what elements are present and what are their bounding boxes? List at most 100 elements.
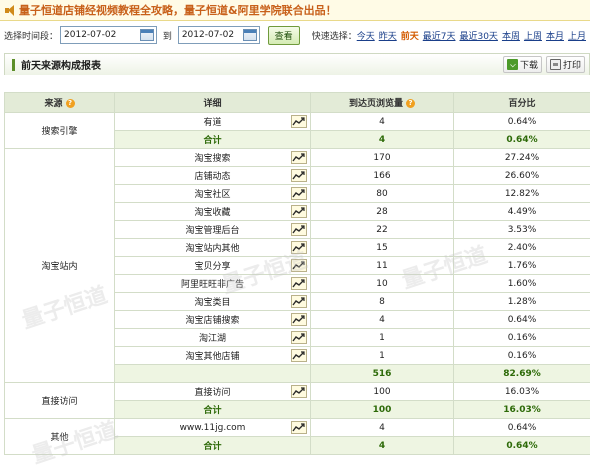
trend-chart-icon[interactable] <box>291 151 307 164</box>
table-row: 直接访问 直接访问 100 16.03% <box>4 382 590 419</box>
quick-link[interactable]: 最近7天 <box>423 32 456 42</box>
table-row: 搜索引擎 有道 4 0.64% <box>4 112 590 149</box>
header-source: 来源? <box>4 92 115 113</box>
trend-chart-icon[interactable] <box>291 385 307 398</box>
header-detail: 详细 <box>114 92 311 113</box>
percent-cell: 3.53% <box>453 220 590 239</box>
printer-icon <box>549 59 561 70</box>
total-pageviews: 4 <box>310 130 454 149</box>
quick-link[interactable]: 上月 <box>568 32 586 42</box>
detail-cell: 阿里旺旺非广告 <box>114 274 311 293</box>
header-pageviews: 到达页浏览量? <box>310 92 454 113</box>
percent-cell: 26.60% <box>453 166 590 185</box>
end-date-value: 2012-07-02 <box>181 30 235 40</box>
pageviews-cell: 22 <box>310 220 454 239</box>
trend-chart-icon[interactable] <box>291 223 307 236</box>
announcement-banner[interactable]: 量子恒道店铺经视频教程全攻略，量子恒道&阿里学院联合出品！ <box>0 0 590 21</box>
detail-label: www.11jg.com <box>179 422 246 433</box>
calendar-icon[interactable] <box>242 29 257 41</box>
download-icon <box>506 59 518 70</box>
quick-link[interactable]: 今天 <box>357 32 375 42</box>
trend-chart-icon[interactable] <box>291 169 307 182</box>
detail-cell: 淘宝收藏 <box>114 202 311 221</box>
header-percent: 百分比 <box>453 92 590 113</box>
detail-label: 淘宝管理后台 <box>185 226 240 236</box>
pageviews-cell: 100 <box>310 382 454 401</box>
percent-cell: 12.82% <box>453 184 590 203</box>
percent-cell: 16.03% <box>453 382 590 401</box>
pageviews-cell: 28 <box>310 202 454 221</box>
end-date-field[interactable]: 2012-07-02 <box>177 26 260 44</box>
detail-cell: 直接访问 <box>114 382 311 401</box>
report-panel-header: 前天来源构成报表 下载 打印 <box>4 53 590 75</box>
detail-label: 淘宝社区 <box>194 190 231 200</box>
trend-chart-icon[interactable] <box>291 277 307 290</box>
range-label: 选择时间段： <box>4 31 59 42</box>
pageviews-cell: 1 <box>310 346 454 365</box>
percent-cell: 27.24% <box>453 148 590 167</box>
print-button[interactable]: 打印 <box>545 56 585 73</box>
trend-chart-icon[interactable] <box>291 295 307 308</box>
percent-cell: 0.64% <box>453 418 590 437</box>
trend-chart-icon[interactable] <box>291 205 307 218</box>
speaker-icon <box>4 4 16 16</box>
total-percent: 0.64% <box>453 436 590 455</box>
to-label: 到 <box>162 31 172 42</box>
trend-chart-icon[interactable] <box>291 259 307 272</box>
trend-chart-icon[interactable] <box>291 187 307 200</box>
source-cell: 其他 <box>4 418 115 455</box>
trend-chart-icon[interactable] <box>291 241 307 254</box>
download-label: 下载 <box>519 61 538 71</box>
quick-link[interactable]: 昨天 <box>379 32 397 42</box>
detail-cell: 淘宝类目 <box>114 292 311 311</box>
detail-cell: 淘江湖 <box>114 328 311 347</box>
source-cell: 淘宝站内 <box>4 148 115 383</box>
download-button[interactable]: 下载 <box>502 56 542 73</box>
percent-cell: 4.49% <box>453 202 590 221</box>
pageviews-cell: 10 <box>310 274 454 293</box>
percent-cell: 1.76% <box>453 256 590 275</box>
quick-link[interactable]: 上周 <box>524 32 542 42</box>
help-icon[interactable]: ? <box>65 99 75 108</box>
start-date-field[interactable]: 2012-07-02 <box>60 26 157 44</box>
help-icon[interactable]: ? <box>406 99 415 108</box>
trend-chart-icon[interactable] <box>291 349 307 362</box>
trend-chart-icon[interactable] <box>291 115 307 128</box>
quick-link[interactable]: 最近30天 <box>459 32 497 42</box>
total-label <box>114 364 311 383</box>
trend-chart-icon[interactable] <box>291 331 307 344</box>
quick-link[interactable]: 本月 <box>546 32 564 42</box>
quick-select-links: 今天 昨天 前天 最近7天 最近30天 本周 上周 本月 上月 <box>357 29 590 42</box>
trend-chart-icon[interactable] <box>291 313 307 326</box>
percent-cell: 0.16% <box>453 328 590 347</box>
quick-link[interactable]: 本周 <box>502 32 520 42</box>
source-report-table: 来源? 详细 到达页浏览量? 百分比 搜索引擎 有道 4 0.64% 合计 4 0.64% 淘… <box>4 92 590 455</box>
trend-chart-icon[interactable] <box>291 421 307 434</box>
source-cell: 直接访问 <box>4 382 115 419</box>
detail-label: 直接访问 <box>194 388 231 398</box>
announcement-text[interactable]: 量子恒道店铺经视频教程全攻略，量子恒道&阿里学院联合出品！ <box>19 2 337 18</box>
detail-label: 有道 <box>203 118 222 128</box>
start-date-value: 2012-07-02 <box>64 30 117 40</box>
quick-link[interactable]: 前天 <box>401 32 419 42</box>
total-label: 合计 <box>114 130 311 149</box>
detail-label: 宝贝分享 <box>194 262 231 272</box>
detail-cell: 宝贝分享 <box>114 256 311 275</box>
percent-cell: 0.16% <box>453 346 590 365</box>
percent-cell: 0.64% <box>453 112 590 131</box>
detail-label: 淘宝站内其他 <box>185 244 240 254</box>
view-button[interactable]: 查看 <box>267 25 300 45</box>
percent-cell: 2.40% <box>453 238 590 257</box>
detail-cell: www.11jg.com <box>114 418 311 437</box>
pageviews-cell: 4 <box>310 310 454 329</box>
report-title: 前天来源构成报表 <box>21 61 101 72</box>
percent-cell: 1.60% <box>453 274 590 293</box>
date-toolbar: 选择时间段： 2012-07-02 到 2012-07-02 查看 快速选择： … <box>0 24 590 46</box>
calendar-icon[interactable] <box>139 29 154 41</box>
total-label: 合计 <box>114 436 311 455</box>
detail-cell: 店铺动态 <box>114 166 311 185</box>
pageviews-cell: 170 <box>310 148 454 167</box>
pageviews-cell: 4 <box>310 112 454 131</box>
detail-label: 店铺动态 <box>194 172 231 182</box>
percent-cell: 0.64% <box>453 310 590 329</box>
